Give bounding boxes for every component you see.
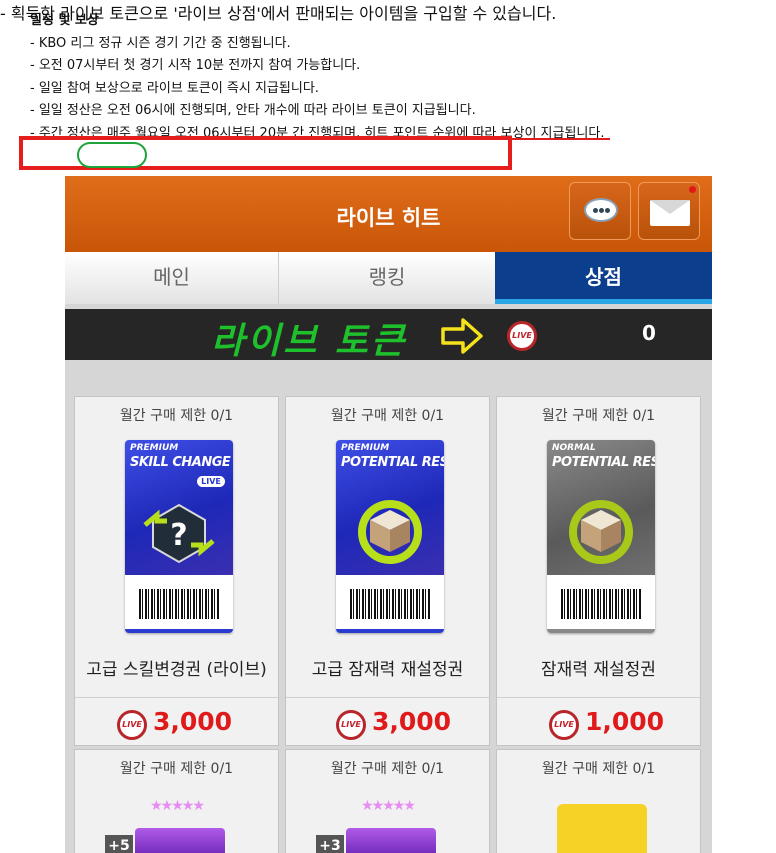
tab-ranking[interactable]: 랭킹 [279,252,495,304]
highlight-green-ring [77,142,147,168]
game-shop-screenshot: 라이브 히트 메인 랭킹 상점 라이브 토큰 LIVE 0 월간 구매 제한 0… [65,176,712,853]
notice-line: - 오전 07시부터 첫 경기 시작 10분 전까지 참여 가능합니다. [30,58,361,73]
product-card[interactable]: 월간 구매 제한 0/1 ★★★★★ +3 [285,749,490,853]
potential-reset-normal-ticket-image: NORMAL POTENTIAL RESET [547,440,655,633]
notice-line: - KBO 리그 정규 시즌 경기 기간 중 진행됩니다. [30,35,291,51]
ticket-title: POTENTIAL RESET [341,455,444,470]
barcode [139,589,219,619]
token-annotation-label: 라이브 토큰 [211,321,408,362]
upgrade-badge: +5 [105,835,133,853]
product-card[interactable]: 월간 구매 제한 0/1 PREMIUM POTENTIAL RESET 고급 … [285,396,490,746]
item-image [135,828,225,853]
product-name: 고급 스킬변경권 (라이브) [86,660,267,680]
chat-button[interactable] [569,182,631,240]
purchase-limit: 월간 구매 제한 0/1 [119,408,234,424]
purchase-limit: 월간 구매 제한 0/1 [541,761,656,777]
token-count: 0 [642,321,656,345]
upgrade-badge: +3 [316,835,344,853]
price-row: LIVE 1,000 [497,697,700,750]
product-price: 3,000 [372,707,452,736]
skill-change-ticket-image: PREMIUM SKILL CHANGE LIVE ? [125,440,233,633]
ticket-title: POTENTIAL RESET [552,455,655,470]
notice-title: 일정 및 보상 [30,13,99,28]
potential-reset-premium-ticket-image: PREMIUM POTENTIAL RESET [336,440,444,633]
price-row: LIVE 3,000 [75,697,278,750]
ticket-tier-label: NORMAL [552,443,596,453]
notice-line: - 일일 참여 보상으로 라이브 토큰이 즉시 지급됩니다. [30,80,319,96]
purchase-limit: 월간 구매 제한 0/1 [330,408,445,424]
live-token-icon: LIVE [507,321,537,351]
purchase-limit: 월간 구매 제한 0/1 [541,408,656,424]
purchase-limit: 월간 구매 제한 0/1 [330,761,445,777]
header-bar: 라이브 히트 [65,176,712,252]
ticket-tier-label: PREMIUM [341,443,390,453]
tab-bar: 메인 랭킹 상점 [65,252,712,304]
product-price: 3,000 [153,707,233,736]
mail-icon [650,200,690,226]
notice-line: - 일일 정산은 오전 06시에 진행되며, 안타 개수에 따라 라이브 토큰이… [30,103,476,118]
product-card[interactable]: 월간 구매 제한 0/1 NORMAL POTENTIAL RESET 잠재력 … [496,396,701,746]
reset-cycle-icon [569,500,633,564]
svg-text:?: ? [170,518,187,553]
notification-dot [689,186,696,193]
mail-button[interactable] [638,182,700,240]
barcode [561,589,641,619]
barcode [350,589,430,619]
star-rating-icon: ★★★★★ [361,798,416,814]
question-hexagon-icon: ? [143,503,215,564]
arrow-right-icon [441,318,483,354]
reset-cycle-icon [358,500,422,564]
product-card[interactable]: 월간 구매 제한 0/1 PREMIUM SKILL CHANGE LIVE ?… [74,396,279,746]
product-card[interactable]: 월간 구매 제한 0/1 [496,749,701,853]
item-image [346,828,436,853]
item-image [557,804,647,853]
product-name: 잠재력 재설정권 [541,660,656,680]
purchase-limit: 월간 구매 제한 0/1 [119,761,234,777]
schedule-notice: 일정 및 보상 - KBO 리그 정규 시즌 경기 기간 중 진행됩니다. - … [30,10,611,145]
tab-shop[interactable]: 상점 [495,252,712,304]
live-token-icon: LIVE [549,710,579,740]
tab-main[interactable]: 메인 [65,252,279,304]
product-card[interactable]: 월간 구매 제한 0/1 ★★★★★ +5 [74,749,279,853]
product-price: 1,000 [585,707,665,736]
live-token-icon: LIVE [336,710,366,740]
chat-icon [584,198,618,222]
product-name: 고급 잠재력 재설정권 [311,660,464,680]
ticket-tier-label: PREMIUM [130,443,179,453]
ticket-title: SKILL CHANGE [130,455,231,470]
ticket-tag: LIVE [197,476,225,487]
price-row: LIVE 3,000 [286,697,489,750]
star-rating-icon: ★★★★★ [150,798,205,814]
live-token-icon: LIVE [117,710,147,740]
